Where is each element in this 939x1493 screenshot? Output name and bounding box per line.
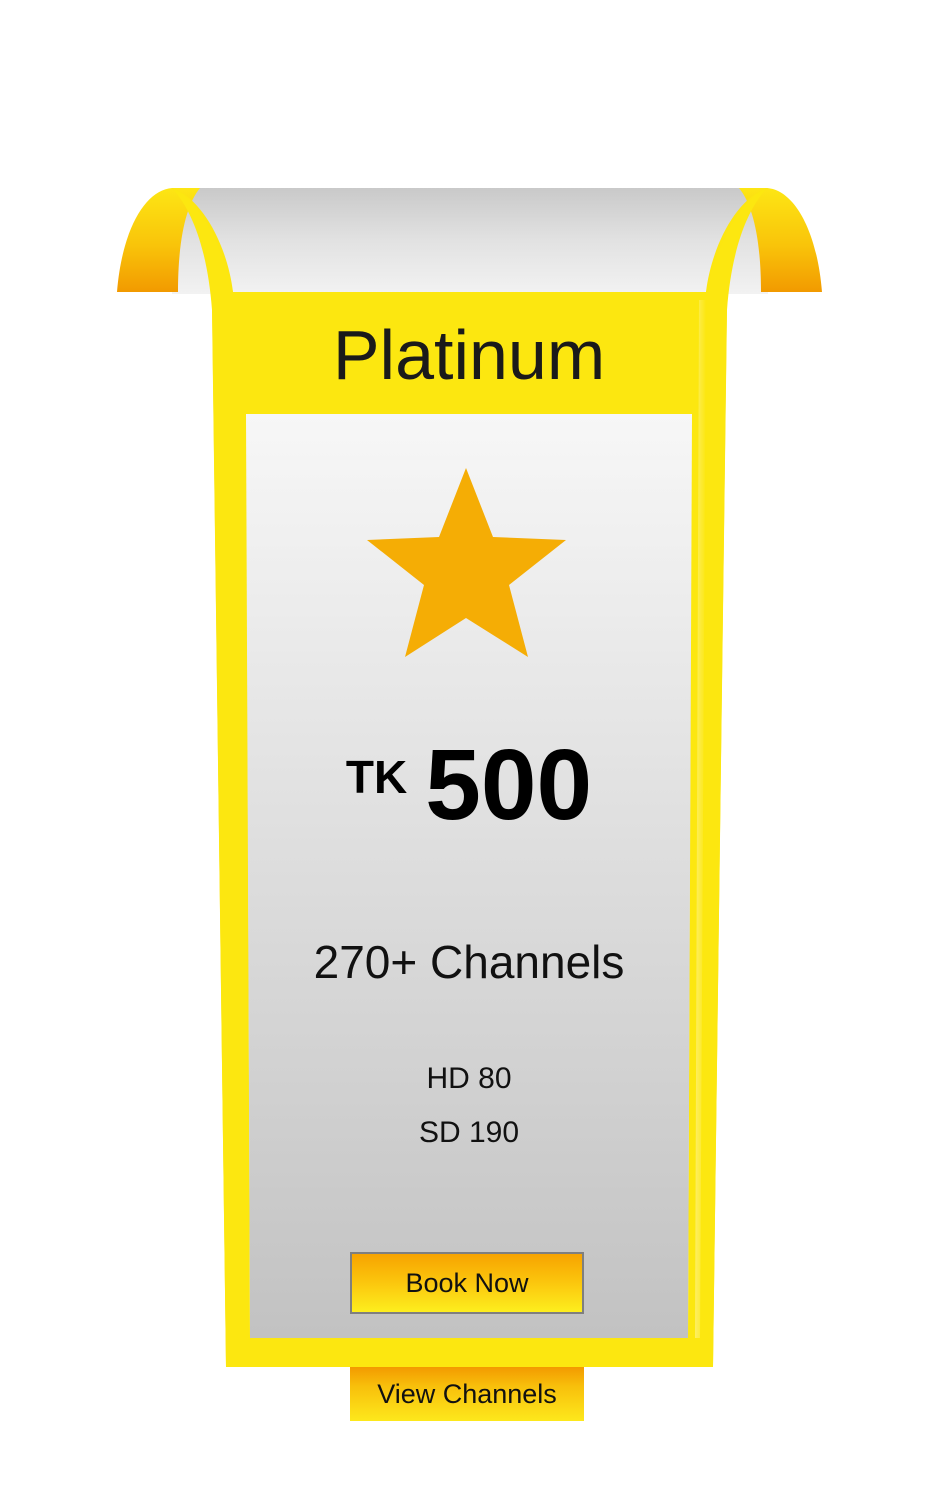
book-now-button[interactable]: Book Now bbox=[350, 1252, 584, 1314]
price: TK 500 bbox=[246, 730, 692, 840]
price-amount: 500 bbox=[425, 729, 593, 841]
sd-channels: SD 190 bbox=[418, 1116, 520, 1149]
view-channels-button[interactable]: View Channels bbox=[350, 1367, 584, 1421]
hd-channels: HD 80 bbox=[426, 1062, 512, 1095]
price-currency: TK bbox=[345, 751, 408, 803]
channels-total: 270+ Channels bbox=[313, 936, 625, 988]
pricing-card: Platinum TK 500 270+ Channels HD 80 SD 1… bbox=[0, 0, 939, 1493]
star-icon bbox=[367, 468, 566, 657]
plan-title: Platinum bbox=[332, 316, 606, 394]
